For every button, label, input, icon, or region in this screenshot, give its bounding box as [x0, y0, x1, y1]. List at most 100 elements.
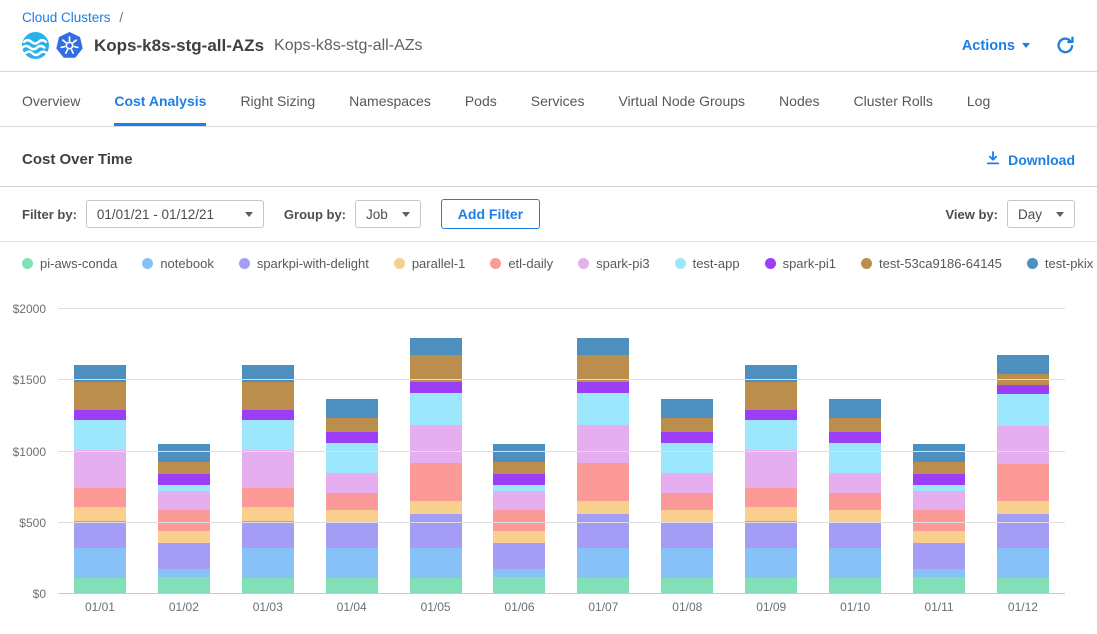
bar-segment-spark-pi3[interactable] [829, 473, 881, 493]
bar-segment-spark-pi1[interactable] [829, 432, 881, 443]
bar-segment-sparkpi-with-delight[interactable] [661, 522, 713, 548]
bar-segment-test-app[interactable] [326, 443, 378, 473]
bar-segment-test-app[interactable] [74, 420, 126, 451]
bar-segment-spark-pi3[interactable] [493, 491, 545, 510]
bar-01/10[interactable] [829, 399, 881, 594]
tab-cost-analysis[interactable]: Cost Analysis [114, 93, 206, 126]
bar-segment-spark-pi3[interactable] [242, 450, 294, 488]
bar-segment-test-53ca9186-64145[interactable] [661, 418, 713, 432]
bar-segment-sparkpi-with-delight[interactable] [829, 522, 881, 548]
bar-segment-parallel-1[interactable] [829, 510, 881, 522]
bar-segment-spark-pi1[interactable] [577, 382, 629, 393]
bar-01/11[interactable] [913, 444, 965, 594]
bar-segment-parallel-1[interactable] [326, 510, 378, 522]
bar-01/06[interactable] [493, 444, 545, 594]
bar-segment-etl-daily[interactable] [913, 510, 965, 531]
bar-segment-notebook[interactable] [661, 548, 713, 577]
bar-segment-parallel-1[interactable] [661, 510, 713, 522]
bar-segment-etl-daily[interactable] [326, 493, 378, 510]
bar-segment-pi-aws-conda[interactable] [242, 578, 294, 594]
bar-segment-notebook[interactable] [745, 548, 797, 577]
bar-01/05[interactable] [410, 338, 462, 594]
bar-segment-test-pkix[interactable] [829, 399, 881, 418]
bar-segment-spark-pi1[interactable] [745, 410, 797, 419]
bar-segment-pi-aws-conda[interactable] [745, 578, 797, 594]
breadcrumb-link-cloud-clusters[interactable]: Cloud Clusters [22, 10, 111, 25]
bar-segment-test-53ca9186-64145[interactable] [158, 462, 210, 473]
bar-segment-spark-pi1[interactable] [493, 474, 545, 485]
bar-01/04[interactable] [326, 399, 378, 594]
tab-log[interactable]: Log [967, 93, 990, 126]
bar-segment-test-53ca9186-64145[interactable] [913, 462, 965, 473]
bar-segment-notebook[interactable] [577, 548, 629, 578]
bar-segment-test-pkix[interactable] [410, 338, 462, 355]
bar-segment-pi-aws-conda[interactable] [577, 578, 629, 594]
bar-segment-notebook[interactable] [158, 569, 210, 577]
bar-segment-notebook[interactable] [74, 548, 126, 577]
tab-cluster-rolls[interactable]: Cluster Rolls [854, 93, 933, 126]
bar-segment-spark-pi3[interactable] [158, 491, 210, 510]
bar-segment-spark-pi1[interactable] [326, 432, 378, 443]
bar-segment-pi-aws-conda[interactable] [74, 578, 126, 594]
bar-segment-test-53ca9186-64145[interactable] [745, 382, 797, 410]
legend-item-notebook[interactable]: notebook [142, 256, 214, 271]
bar-segment-test-53ca9186-64145[interactable] [493, 462, 545, 473]
tab-namespaces[interactable]: Namespaces [349, 93, 431, 126]
legend-item-pi-aws-conda[interactable]: pi-aws-conda [22, 256, 117, 271]
refresh-icon[interactable] [1056, 36, 1075, 55]
bar-segment-test-pkix[interactable] [661, 399, 713, 418]
bar-segment-sparkpi-with-delight[interactable] [577, 514, 629, 548]
add-filter-button[interactable]: Add Filter [441, 199, 540, 229]
bar-segment-etl-daily[interactable] [158, 510, 210, 531]
bar-segment-test-pkix[interactable] [577, 338, 629, 355]
bar-segment-test-pkix[interactable] [326, 399, 378, 418]
bar-segment-notebook[interactable] [410, 548, 462, 578]
bar-segment-sparkpi-with-delight[interactable] [74, 521, 126, 548]
bar-segment-notebook[interactable] [326, 548, 378, 577]
bar-segment-pi-aws-conda[interactable] [493, 577, 545, 594]
bar-segment-test-app[interactable] [242, 420, 294, 451]
bar-segment-etl-daily[interactable] [493, 510, 545, 531]
bar-segment-pi-aws-conda[interactable] [913, 577, 965, 594]
bar-segment-test-app[interactable] [661, 443, 713, 473]
group-by-select[interactable]: Job [355, 200, 421, 228]
bar-01/03[interactable] [242, 365, 294, 594]
bar-segment-spark-pi1[interactable] [410, 382, 462, 393]
bar-01/09[interactable] [745, 365, 797, 594]
bar-01/02[interactable] [158, 444, 210, 594]
date-range-select[interactable]: 01/01/21 - 01/12/21 [86, 200, 264, 228]
bar-segment-sparkpi-with-delight[interactable] [913, 543, 965, 569]
bar-segment-notebook[interactable] [829, 548, 881, 577]
bar-segment-etl-daily[interactable] [577, 463, 629, 501]
download-button[interactable]: Download [985, 150, 1075, 169]
bar-segment-pi-aws-conda[interactable] [661, 578, 713, 594]
bar-01/07[interactable] [577, 338, 629, 594]
bar-segment-spark-pi3[interactable] [997, 426, 1049, 464]
bar-segment-spark-pi1[interactable] [242, 410, 294, 419]
tab-services[interactable]: Services [531, 93, 585, 126]
bar-segment-sparkpi-with-delight[interactable] [326, 522, 378, 548]
bar-segment-spark-pi3[interactable] [913, 491, 965, 510]
bar-segment-pi-aws-conda[interactable] [829, 578, 881, 594]
bar-segment-etl-daily[interactable] [997, 464, 1049, 502]
bar-segment-parallel-1[interactable] [577, 501, 629, 514]
bar-segment-test-app[interactable] [829, 443, 881, 473]
tab-overview[interactable]: Overview [22, 93, 80, 126]
bar-segment-parallel-1[interactable] [74, 507, 126, 521]
bar-segment-test-app[interactable] [997, 394, 1049, 426]
bar-segment-parallel-1[interactable] [745, 507, 797, 521]
bar-segment-spark-pi1[interactable] [661, 432, 713, 443]
bar-segment-sparkpi-with-delight[interactable] [158, 543, 210, 569]
legend-item-test-53ca9186-64145[interactable]: test-53ca9186-64145 [861, 256, 1002, 271]
bar-segment-etl-daily[interactable] [410, 463, 462, 501]
bar-01/01[interactable] [74, 365, 126, 594]
bar-segment-parallel-1[interactable] [158, 531, 210, 543]
bar-segment-sparkpi-with-delight[interactable] [745, 521, 797, 548]
tab-right-sizing[interactable]: Right Sizing [240, 93, 315, 126]
bar-segment-pi-aws-conda[interactable] [997, 578, 1049, 594]
bar-segment-pi-aws-conda[interactable] [326, 578, 378, 594]
bar-segment-sparkpi-with-delight[interactable] [242, 521, 294, 548]
bar-segment-test-app[interactable] [745, 420, 797, 451]
bar-segment-spark-pi3[interactable] [577, 425, 629, 463]
legend-item-etl-daily[interactable]: etl-daily [490, 256, 553, 271]
